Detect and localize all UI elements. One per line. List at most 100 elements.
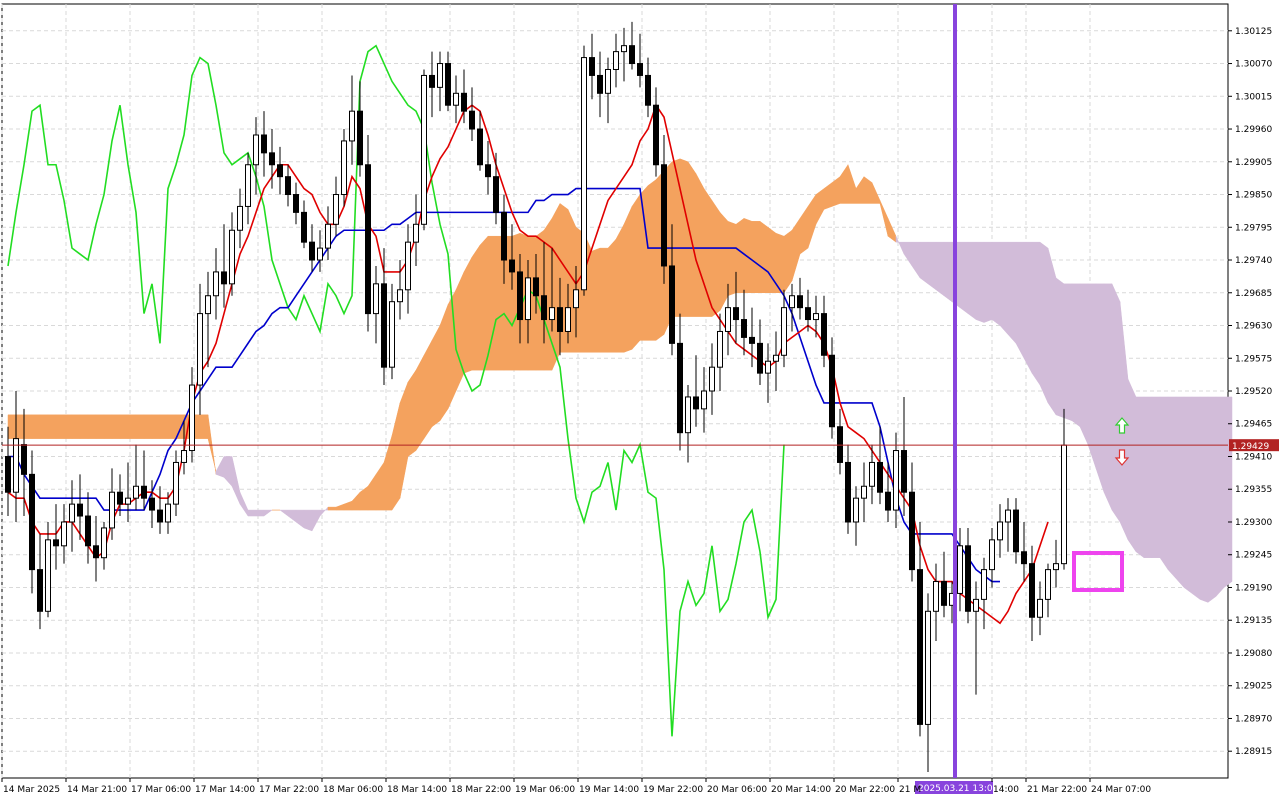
cloud-segment bbox=[1199, 396, 1209, 603]
candle-body bbox=[205, 295, 211, 315]
candle-body bbox=[525, 277, 531, 321]
candle-body bbox=[29, 473, 35, 571]
cloud-segment bbox=[47, 414, 57, 439]
candle-body bbox=[117, 491, 123, 505]
candle-body bbox=[21, 444, 27, 475]
candle-body bbox=[13, 438, 19, 493]
cloud-segment bbox=[111, 414, 121, 439]
cloud-segment bbox=[1175, 396, 1185, 589]
candle-body bbox=[893, 450, 899, 511]
candle-body bbox=[557, 307, 563, 332]
candle-body bbox=[693, 396, 699, 410]
cloud-segment bbox=[159, 414, 169, 439]
candle-body bbox=[309, 241, 315, 261]
cloud-segment bbox=[135, 414, 145, 439]
cloud-segment bbox=[415, 355, 425, 452]
candle-body bbox=[917, 569, 923, 725]
candle-body bbox=[853, 497, 859, 523]
y-tick-label: 1.29850 bbox=[1235, 191, 1272, 201]
cloud-segment bbox=[919, 241, 929, 285]
cloud-segment bbox=[1023, 241, 1033, 374]
candle-body bbox=[189, 384, 195, 452]
cloud-segment bbox=[23, 414, 33, 439]
cloud-segment bbox=[431, 325, 441, 428]
candle-body bbox=[733, 307, 739, 321]
cloud-segment bbox=[1007, 241, 1017, 345]
candle-body bbox=[1037, 598, 1043, 618]
y-tick-label: 1.29905 bbox=[1235, 158, 1272, 168]
candle-body bbox=[749, 336, 755, 344]
cloud-segment bbox=[55, 414, 65, 439]
cloud-segment bbox=[71, 414, 81, 439]
candle-body bbox=[141, 485, 147, 499]
cloud-segment bbox=[247, 509, 257, 517]
candle-body bbox=[845, 461, 851, 523]
candle-body bbox=[477, 128, 483, 166]
y-tick-label: 1.30015 bbox=[1235, 92, 1272, 102]
cloud-segment bbox=[599, 247, 609, 353]
cloud-segment bbox=[639, 184, 649, 341]
candle-body bbox=[637, 63, 643, 76]
candle-body bbox=[53, 539, 59, 547]
candle-body bbox=[157, 509, 163, 523]
candle-body bbox=[485, 164, 491, 178]
candle-body bbox=[37, 569, 43, 612]
candle-body bbox=[581, 57, 587, 291]
cloud-segment bbox=[1095, 283, 1105, 493]
cloud-segment bbox=[1135, 396, 1145, 559]
cloud-segment bbox=[1191, 396, 1201, 600]
candle-body bbox=[365, 164, 371, 315]
candle-body bbox=[221, 271, 227, 285]
cloud-segment bbox=[455, 271, 465, 392]
y-tick-label: 1.28915 bbox=[1235, 747, 1272, 757]
cloud-segment bbox=[407, 369, 417, 457]
candle-body bbox=[173, 461, 179, 505]
cloud-segment bbox=[1111, 283, 1121, 523]
cloud-segment bbox=[727, 220, 737, 297]
cloud-segment bbox=[1103, 283, 1113, 511]
candle-body bbox=[645, 74, 651, 106]
chart-area[interactable]: 1.29429 2025.03.21 13:00 1.30125 1.30070 1.… bbox=[0, 0, 1280, 800]
candle-body bbox=[373, 283, 379, 315]
candle-body bbox=[85, 515, 91, 547]
ichimoku-candlestick-chart[interactable]: 1.29429 2025.03.21 13:00 1.30125 1.30070 1.… bbox=[0, 0, 1280, 800]
y-tick-label: 1.28970 bbox=[1235, 714, 1272, 724]
candle-body bbox=[61, 521, 67, 547]
candle-body bbox=[789, 295, 795, 309]
x-tick-label: 18 Mar 14:00 bbox=[387, 785, 447, 795]
x-tick-label: 18 Mar 22:00 bbox=[451, 785, 511, 795]
candle-body bbox=[773, 354, 779, 362]
candle-body bbox=[717, 330, 723, 368]
cloud-segment bbox=[7, 414, 17, 439]
candle-body bbox=[125, 497, 131, 505]
x-tick-label: 14 Mar 21:00 bbox=[67, 785, 127, 795]
candle-body bbox=[165, 503, 171, 523]
cloud-segment bbox=[127, 414, 137, 439]
y-tick-label: 1.29795 bbox=[1235, 223, 1272, 233]
candle-body bbox=[605, 68, 611, 94]
cloud-segment bbox=[199, 414, 209, 439]
candle-body bbox=[269, 152, 275, 166]
cloud-segment bbox=[423, 340, 433, 440]
y-tick-label: 1.29520 bbox=[1235, 387, 1272, 397]
candle-body bbox=[1013, 509, 1019, 553]
cloud-segment bbox=[959, 241, 969, 315]
candle-body bbox=[133, 485, 139, 499]
candle-body bbox=[437, 63, 443, 88]
x-tick-label: 20 Mar 06:00 bbox=[707, 785, 767, 795]
x-tick-label: 14:00 bbox=[993, 785, 1019, 795]
candle-body bbox=[765, 360, 771, 374]
candle-body bbox=[253, 134, 259, 166]
candle-body bbox=[445, 63, 451, 106]
cloud-segment bbox=[1159, 396, 1169, 571]
candle-body bbox=[413, 223, 419, 243]
cloud-segment bbox=[87, 414, 97, 439]
x-tick-label: 19 Mar 06:00 bbox=[515, 785, 575, 795]
y-tick-label: 1.29960 bbox=[1235, 125, 1272, 135]
candle-body bbox=[181, 450, 187, 463]
cloud-segment bbox=[975, 241, 985, 323]
cloud-segment bbox=[543, 217, 553, 371]
candle-body bbox=[549, 307, 555, 321]
candle-body bbox=[997, 521, 1003, 541]
cloud-segment bbox=[143, 414, 153, 439]
